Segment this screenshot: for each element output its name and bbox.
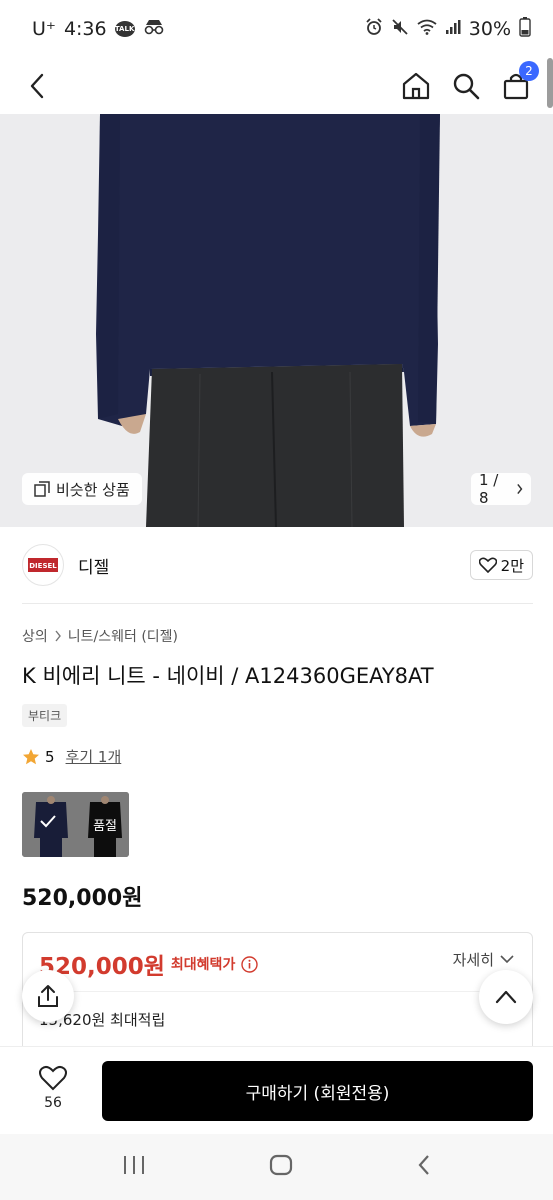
- header-actions: 2: [401, 61, 539, 101]
- battery-label: 30%: [468, 18, 511, 40]
- option-thumbnail[interactable]: 품절: [22, 792, 129, 857]
- detail-toggle[interactable]: 자세히: [453, 949, 514, 970]
- benefit-label: 최대혜택가: [170, 957, 236, 973]
- copy-icon: [34, 481, 50, 497]
- breadcrumb-category[interactable]: 상의: [22, 626, 48, 646]
- detail-toggle-label: 자세히: [452, 951, 494, 969]
- cart-button[interactable]: 2: [501, 61, 539, 101]
- soldout-label: 품절: [93, 819, 117, 834]
- brand-like-count: 2만: [500, 556, 524, 575]
- back-button[interactable]: [22, 71, 52, 101]
- heart-icon: [39, 1065, 67, 1091]
- home-nav-button[interactable]: [269, 1154, 293, 1180]
- similar-products-label: 비슷한 상품: [56, 480, 130, 499]
- divider: [22, 603, 533, 604]
- wishlist-count: 56: [44, 1095, 62, 1111]
- info-icon[interactable]: [241, 955, 259, 973]
- search-button[interactable]: [451, 71, 481, 101]
- status-left: U⁺ 4:36 TALK: [32, 18, 165, 40]
- share-button[interactable]: [22, 970, 74, 1022]
- brand-logo: DIESEL: [22, 544, 64, 586]
- max-benefit-price: 520,000원 최대혜택가: [39, 947, 259, 981]
- boutique-tag: 부티크: [22, 704, 68, 727]
- product-image[interactable]: [0, 114, 553, 527]
- brand-like-button[interactable]: 2만: [469, 550, 533, 580]
- home-button[interactable]: [401, 71, 431, 101]
- divider: [23, 991, 532, 992]
- bottom-action-bar: 56 구매하기 (회원전용): [0, 1046, 553, 1134]
- battery-icon: [519, 16, 531, 42]
- star-icon: [23, 748, 39, 764]
- benefit-box: 520,000원 최대혜택가 자세히 15,620원 최대적립: [22, 932, 533, 1052]
- talk-icon: TALK: [114, 21, 135, 37]
- cart-badge: 2: [519, 61, 539, 81]
- scroll-indicator: [547, 58, 553, 108]
- brand-row[interactable]: DIESEL 디젤 2만: [22, 540, 533, 590]
- recent-apps-button[interactable]: [122, 1154, 146, 1180]
- wishlist-button[interactable]: 56: [30, 1065, 76, 1111]
- back-nav-button[interactable]: [416, 1154, 432, 1180]
- alarm-icon: [365, 17, 383, 41]
- back-nav-icon: [418, 1155, 429, 1175]
- heart-icon: [478, 557, 497, 573]
- wifi-icon: [417, 18, 437, 40]
- product-price: 520,000원: [22, 886, 143, 911]
- mute-icon: [391, 18, 409, 41]
- check-icon: [40, 815, 56, 828]
- breadcrumb-subcategory[interactable]: 니트/스웨터 (디젤): [68, 626, 178, 646]
- review-link[interactable]: 후기 1개: [66, 746, 122, 767]
- rating: 5 후기 1개: [22, 746, 121, 767]
- rating-score: 5: [45, 747, 55, 766]
- carrier-label: U⁺: [32, 18, 56, 40]
- color-options: 품절: [22, 792, 129, 857]
- signal-icon: [445, 18, 461, 40]
- brand-logo-text: DIESEL: [29, 562, 57, 570]
- chevron-up-icon: [495, 990, 517, 1004]
- search-icon: [453, 73, 480, 100]
- recent-apps-icon: [123, 1156, 144, 1174]
- page-indicator-label: 1 / 8: [479, 471, 499, 507]
- system-nav-bar: [0, 1134, 553, 1200]
- scroll-top-button[interactable]: [479, 970, 533, 1024]
- home-nav-icon: [269, 1154, 292, 1176]
- chevron-right-icon: [55, 630, 61, 642]
- chevron-right-icon: [516, 483, 523, 495]
- status-bar: U⁺ 4:36 TALK 30%: [0, 0, 553, 58]
- clock: 4:36: [63, 18, 107, 40]
- product-photo: [0, 114, 553, 527]
- image-page-indicator[interactable]: 1 / 8: [471, 471, 531, 507]
- chevron-down-icon: [500, 955, 514, 964]
- brand-name[interactable]: 디젤: [78, 553, 109, 578]
- similar-products-button[interactable]: 비슷한 상품: [22, 473, 142, 505]
- share-icon: [38, 985, 58, 1007]
- status-right: 30%: [365, 16, 531, 42]
- breadcrumb: 상의 니트/스웨터 (디젤): [22, 626, 178, 646]
- home-icon: [402, 72, 430, 100]
- incognito-icon: [143, 18, 165, 40]
- app-header: 2: [0, 58, 553, 114]
- chevron-left-icon: [30, 73, 44, 99]
- product-title: K 비에리 니트 - 네이비 / A124360GEAY8AT: [22, 664, 434, 688]
- buy-button[interactable]: 구매하기 (회원전용): [102, 1061, 533, 1121]
